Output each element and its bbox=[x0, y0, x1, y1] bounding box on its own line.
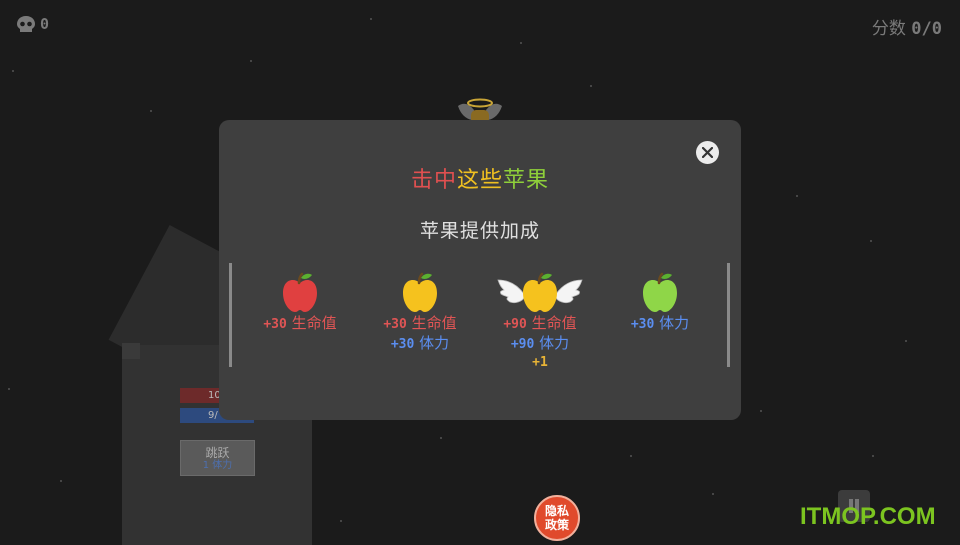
apple-winged-effect-2: +90 体力 bbox=[510, 334, 570, 352]
dialog-title: 击中这些苹果 bbox=[219, 162, 741, 194]
privacy-line-1: 隐私 bbox=[544, 504, 569, 518]
apple-card-winged: +90 生命值 +90 体力 +1 bbox=[480, 270, 600, 372]
skull-counter: 0 bbox=[16, 15, 49, 33]
red-apple-icon bbox=[283, 272, 317, 312]
yellow-apple-icon bbox=[403, 272, 437, 312]
winged-golden-apple-icon bbox=[497, 272, 583, 312]
skull-count: 0 bbox=[40, 15, 50, 33]
scroll-edge-left bbox=[229, 263, 232, 367]
title-part-1: 击中 bbox=[410, 168, 457, 193]
close-icon bbox=[702, 147, 713, 158]
title-part-3: 苹果 bbox=[503, 168, 550, 193]
privacy-policy-button[interactable]: 隐私 政策 bbox=[534, 495, 580, 541]
jump-button[interactable]: 跳跃 1 体力 bbox=[180, 440, 255, 476]
apple-winged-bonus: +1 bbox=[532, 355, 548, 370]
jump-button-label: 跳跃 bbox=[205, 446, 230, 460]
watermark: ITMOP.COM bbox=[800, 503, 936, 530]
apple-info-dialog: 击中这些苹果 苹果提供加成 +30 生命值 +30 生命值 +30 体力 +90… bbox=[219, 120, 741, 420]
house-chimney bbox=[122, 343, 140, 359]
privacy-line-2: 政策 bbox=[544, 518, 569, 532]
apple-yellow-effect-2: +30 体力 bbox=[390, 334, 450, 352]
score-value: 0/0 bbox=[911, 19, 942, 39]
green-apple-icon bbox=[643, 272, 677, 312]
title-part-2: 这些 bbox=[456, 168, 503, 193]
score-display: 分数 0/0 bbox=[872, 14, 942, 39]
apple-card-green: +30 体力 bbox=[600, 270, 720, 334]
score-label: 分数 bbox=[871, 19, 906, 39]
skull-icon bbox=[17, 16, 35, 32]
apple-card-red: +30 生命值 bbox=[240, 270, 360, 334]
apple-card-yellow: +30 生命值 +30 体力 bbox=[360, 270, 480, 354]
dialog-subtitle: 苹果提供加成 bbox=[419, 220, 540, 242]
jump-button-cost: 1 体力 bbox=[202, 460, 233, 471]
apple-winged-effect-1: +90 生命值 bbox=[503, 314, 577, 332]
apple-green-effect-1: +30 体力 bbox=[630, 314, 690, 332]
apple-yellow-effect-1: +30 生命值 bbox=[383, 314, 457, 332]
scroll-edge-right bbox=[727, 263, 730, 367]
close-button[interactable] bbox=[696, 141, 719, 164]
apple-red-effect-1: +30 生命值 bbox=[263, 314, 337, 332]
